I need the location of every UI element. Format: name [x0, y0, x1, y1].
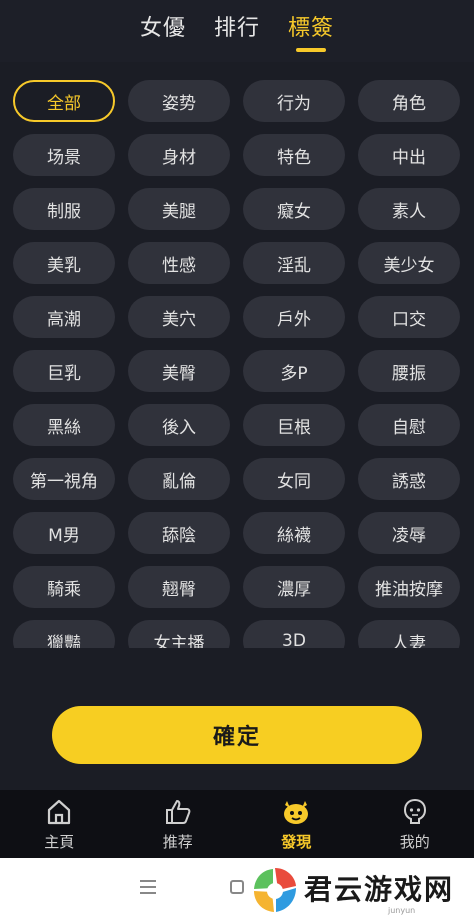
tab-tags[interactable]: 標簽: [288, 10, 334, 42]
tag-chip[interactable]: 黑絲: [13, 404, 115, 446]
tag-chip[interactable]: 巨乳: [13, 350, 115, 392]
tag-chip[interactable]: 姿势: [128, 80, 230, 122]
tag-grid: 全部 姿势 行为 角色场景 身材 特色 中出制服 美腿 癡女 素人美乳 性感 淫乱 美少女高潮 美穴 戶外口…: [13, 80, 463, 648]
tag-chip[interactable]: 推油按摩: [358, 566, 460, 608]
watermark-title: 君云游戏网: [304, 873, 455, 906]
tag-chip[interactable]: 癡女: [243, 188, 345, 230]
confirm-button[interactable]: 確定: [52, 706, 422, 764]
tag-chip[interactable]: 戶外: [243, 296, 345, 338]
tag-chip[interactable]: 美穴: [128, 296, 230, 338]
tag-chip[interactable]: 身材: [128, 134, 230, 176]
tag-chip[interactable]: 全部: [13, 80, 115, 122]
tag-chip[interactable]: 美乳: [13, 242, 115, 284]
discover-face-icon: [284, 800, 309, 824]
active-tab-indicator: [296, 48, 326, 52]
tag-chip[interactable]: 凌辱: [358, 512, 460, 554]
recents-menu-icon[interactable]: [140, 880, 156, 894]
tag-chip[interactable]: 淫乱: [243, 242, 345, 284]
tag-chip[interactable]: 高潮: [13, 296, 115, 338]
tag-chip[interactable]: 美腿: [128, 188, 230, 230]
tag-chip[interactable]: 獵豔: [13, 620, 115, 648]
bottom-nav: 主頁 推荐 發現 我的: [0, 790, 474, 858]
nav-item-discover[interactable]: 發現: [237, 790, 356, 858]
tag-chip[interactable]: 美少女: [358, 242, 460, 284]
tag-chip[interactable]: 口交: [358, 296, 460, 338]
tag-chip[interactable]: M男: [13, 512, 115, 554]
tag-chip[interactable]: 第一視角: [13, 458, 115, 500]
tag-chip[interactable]: 人妻: [358, 620, 460, 648]
tag-chip[interactable]: 騎乘: [13, 566, 115, 608]
nav-item-home[interactable]: 主頁: [0, 790, 119, 858]
tag-chip[interactable]: 素人: [358, 188, 460, 230]
nav-item-mine[interactable]: 我的: [356, 790, 474, 858]
tag-chip[interactable]: 多P: [243, 350, 345, 392]
tag-chip[interactable]: 巨根: [243, 404, 345, 446]
confirm-area: 確定: [0, 648, 474, 790]
tag-scroll-area[interactable]: 全部 姿势 行为 角色场景 身材 特色 中出制服 美腿 癡女 素人美乳 性感 淫乱 美少女高潮 美穴 戶外口…: [0, 62, 474, 648]
nav-label-discover: 發現: [281, 832, 312, 851]
tab-ranking[interactable]: 排行: [214, 10, 260, 42]
tag-chip[interactable]: 美臀: [128, 350, 230, 392]
profile-icon: [403, 798, 426, 824]
home-icon: [48, 799, 71, 824]
home-square-icon[interactable]: [230, 880, 244, 894]
tab-actresses[interactable]: 女優: [140, 10, 186, 42]
watermark-logo-icon: [254, 868, 296, 912]
tag-chip[interactable]: 3D: [243, 620, 345, 648]
tag-chip[interactable]: 场景: [13, 134, 115, 176]
tag-chip[interactable]: 女主播: [128, 620, 230, 648]
nav-label-recommend: 推荐: [162, 832, 193, 851]
watermark-subtitle: junyun: [388, 906, 416, 915]
nav-label-home: 主頁: [44, 832, 75, 851]
tag-chip[interactable]: 亂倫: [128, 458, 230, 500]
tag-chip[interactable]: 角色: [358, 80, 460, 122]
nav-item-recommend[interactable]: 推荐: [119, 790, 238, 858]
tag-chip[interactable]: 性感: [128, 242, 230, 284]
tag-chip[interactable]: 腰振: [358, 350, 460, 392]
tag-chip[interactable]: 特色: [243, 134, 345, 176]
tag-chip[interactable]: 翹臀: [128, 566, 230, 608]
watermark: 君云游戏网 junyun: [248, 860, 474, 922]
thumbs-up-icon: [165, 799, 191, 824]
tag-chip[interactable]: 制服: [13, 188, 115, 230]
tag-chip[interactable]: 舔陰: [128, 512, 230, 554]
tag-chip[interactable]: 行为: [243, 80, 345, 122]
tag-chip[interactable]: 自慰: [358, 404, 460, 446]
tag-chip[interactable]: 後入: [128, 404, 230, 446]
nav-label-mine: 我的: [399, 832, 430, 851]
tag-chip[interactable]: 中出: [358, 134, 460, 176]
tag-chip[interactable]: 女同: [243, 458, 345, 500]
top-tab-bar: 女優 排行 標簽: [0, 0, 474, 60]
tag-chip[interactable]: 絲襪: [243, 512, 345, 554]
tag-chip[interactable]: 誘惑: [358, 458, 460, 500]
tag-chip[interactable]: 濃厚: [243, 566, 345, 608]
